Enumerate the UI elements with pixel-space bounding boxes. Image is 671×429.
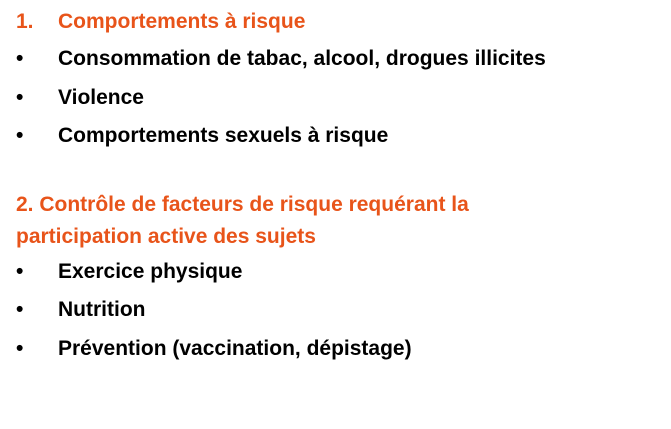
section2-item-2-text: Nutrition: [58, 298, 146, 321]
section1-item-1-text: Consommation de tabac, alcool, drogues i…: [58, 47, 546, 70]
bullet-icon: •: [16, 47, 24, 70]
bullet-icon: •: [16, 260, 24, 283]
section1-item-3-text: Comportements sexuels à risque: [58, 124, 389, 147]
section2-heading-line1: 2. Contrôle de facteurs de risque requér…: [16, 193, 469, 216]
section2-heading-line2: participation active des sujets: [16, 225, 316, 248]
section1-item-2-text: Violence: [58, 86, 144, 109]
section2-item-3-text: Prévention (vaccination, dépistage): [58, 337, 412, 360]
bullet-icon: •: [16, 86, 24, 109]
section1-heading-text: Comportements à risque: [58, 10, 306, 33]
bullet-icon: •: [16, 124, 24, 147]
section2-item-1-text: Exercice physique: [58, 260, 243, 283]
bullet-icon: •: [16, 337, 24, 360]
slide: 1. Comportements à risque • Consommation…: [0, 0, 671, 429]
section1-number: 1.: [16, 10, 34, 33]
bullet-icon: •: [16, 298, 24, 321]
